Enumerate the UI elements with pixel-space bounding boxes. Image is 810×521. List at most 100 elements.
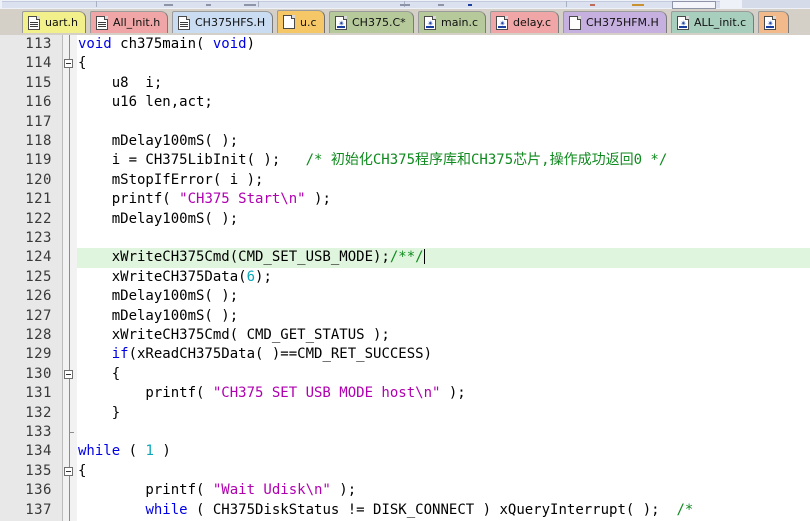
token-cmt: /**/ [389,249,424,266]
tab-label: ALL_init.c [694,16,747,29]
line-number: 130 [25,365,52,382]
code-line[interactable]: 113 void ch375main( void) [0,35,810,54]
toolbar-icon[interactable] [206,4,211,6]
token-plain: xWriteCH375Cmd(CMD_SET_USB_MODE); [78,249,390,266]
code-line[interactable]: 132 } [0,404,810,423]
code-line[interactable]: 134 while ( 1 ) [0,442,810,461]
tab-label: CH375.C* [352,16,406,29]
token-plain: mDelay100mS( ); [78,210,239,227]
tab-delay-c[interactable]: ✴ delay.c [490,11,559,33]
code-text: { [78,365,120,384]
tab-bar[interactable]: uart.h All_Init.h CH375HFS.H u.c ✴ CH375.C* ✴ m… [0,9,810,35]
code-text: i = CH375LibInit( ); /* 初始化CH375程序库和CH37… [78,151,668,170]
toolbar-icon[interactable] [400,4,410,6]
tab-all-init-c[interactable]: ✴ ALL_init.c [671,11,754,33]
code-text: mDelay100mS( ); [78,132,238,151]
code-line[interactable]: 130 { [0,365,810,384]
line-number: 127 [25,307,52,324]
code-line[interactable]: 126 mDelay100mS( ); [0,287,810,306]
fold-end-marker [69,432,74,433]
toolbar-combo[interactable] [672,1,716,9]
toolbar-icon[interactable] [590,4,595,6]
code-text: void ch375main( void) [78,35,255,54]
line-number: 126 [25,288,52,305]
fold-toggle-icon[interactable] [64,59,73,69]
toolbar-overflow[interactable] [742,0,810,8]
tab-label: delay.c [513,16,552,29]
code-line[interactable]: 123 [0,229,810,248]
code-text: printf( "CH375 SET USB MODE host\n" ); [78,384,465,403]
tab-label: CH375HFS.H [195,16,266,29]
tab-label: main.c [441,16,479,29]
code-text: mDelay100mS( ); [78,210,238,229]
code-line[interactable]: 116 u16 len,act; [0,93,810,112]
token-kw: void [212,36,247,52]
code-line[interactable]: 120 mStopIfError( i ); [0,171,810,190]
file-source-icon: ✴ [496,15,508,30]
toolbar-icon[interactable] [468,4,472,6]
token-plain: xWriteCH375Cmd( CMD_GET_STATUS ); [78,327,390,343]
token-cmt: /* 初始化CH375程序库和CH375芯片,操作成功返回0 */ [305,152,668,169]
token-plain: u8 i; [78,74,163,91]
tab-label: u.c [300,15,317,29]
token-num: 1 [145,443,154,460]
code-text: mStopIfError( i ); [78,171,264,190]
code-line[interactable]: 118 mDelay100mS( ); [0,132,810,151]
token-str: "CH375 SET USB MODE host\n" [212,385,441,402]
tab-label: All_Init.h [113,16,161,29]
token-plain: i = CH375LibInit( ); [78,152,306,169]
line-number: 116 [25,94,52,111]
toolbar-icon[interactable] [438,4,444,6]
token-str: "CH375 Start\n" [179,191,306,208]
tab-overflow[interactable]: ✴ [758,11,789,33]
tab-ch375hfm-h[interactable]: CH375HFM.H [563,11,667,33]
file-blank-icon [283,15,295,29]
code-line[interactable]: 136 printf( "Wait Udisk\n" ); [0,481,810,500]
tab-label: CH375HFM.H [586,16,659,29]
line-number: 124 [25,249,52,266]
token-num: 6 [246,268,256,285]
line-number: 129 [25,346,52,363]
toolbar-icon[interactable] [164,4,173,6]
code-line[interactable]: 135 { [0,462,810,481]
code-line[interactable]: 129 if(xReadCH375Data( )==CMD_RET_SUCCES… [0,345,810,364]
token-plain: { [78,462,87,479]
code-line[interactable]: 117 [0,113,810,132]
line-number: 128 [25,327,52,343]
token-plain: mStopIfError( i ); [78,171,264,188]
tab-u-c[interactable]: u.c [277,10,325,33]
token-plain: ); [330,482,357,499]
tab-ch375-c[interactable]: ✴ CH375.C* [329,11,414,33]
code-line[interactable]: 122 mDelay100mS( ); [0,210,810,229]
line-number: 113 [25,36,52,52]
code-line[interactable]: 121 printf( "CH375 Start\n" ); [0,190,810,209]
tab-main-c[interactable]: ✴ main.c [418,11,486,33]
code-line[interactable]: 133 [0,423,810,442]
code-line[interactable]: 127 mDelay100mS( ); [0,307,810,326]
code-text: u16 len,act; [78,93,213,112]
code-text: mDelay100mS( ); [78,307,238,326]
fold-toggle-icon[interactable] [64,466,73,476]
code-line[interactable]: 131 printf( "CH375 SET USB MODE host\n" … [0,384,810,403]
toolbar-icon[interactable] [244,4,256,6]
code-editor[interactable]: 113 void ch375main( void) 114{115 u8 i; 116… [0,35,810,521]
tab-all-init-h[interactable]: All_Init.h [90,11,168,33]
tab-ch375hfs-h[interactable]: CH375HFS.H [172,11,273,33]
code-line[interactable]: 114 { [0,54,810,73]
code-content[interactable]: 113 void ch375main( void) 114{115 u8 i; 116… [0,35,810,521]
toolbar-icon[interactable] [632,4,644,6]
line-number: 133 [25,424,52,440]
code-line[interactable]: 125 xWriteCH375Data(6); [0,268,810,287]
fold-toggle-icon[interactable] [64,369,73,379]
code-line[interactable]: 137 while ( CH375DiskStatus != DISK_CONN… [0,501,810,520]
token-plain: printf( [78,385,213,402]
code-line[interactable]: 124 xWriteCH375Cmd(CMD_SET_USB_MODE);/**… [0,248,810,268]
code-line[interactable]: 119 i = CH375LibInit( ); /* 初始化CH375程序库和… [0,151,810,170]
code-line[interactable]: 128 xWriteCH375Cmd( CMD_GET_STATUS ); [0,326,810,345]
token-kw: while [145,501,188,518]
toolbar-separator [96,1,97,7]
line-number: 131 [25,385,52,402]
tab-uart-h[interactable]: uart.h [22,11,86,33]
code-line[interactable]: 115 u8 i; [0,74,810,93]
